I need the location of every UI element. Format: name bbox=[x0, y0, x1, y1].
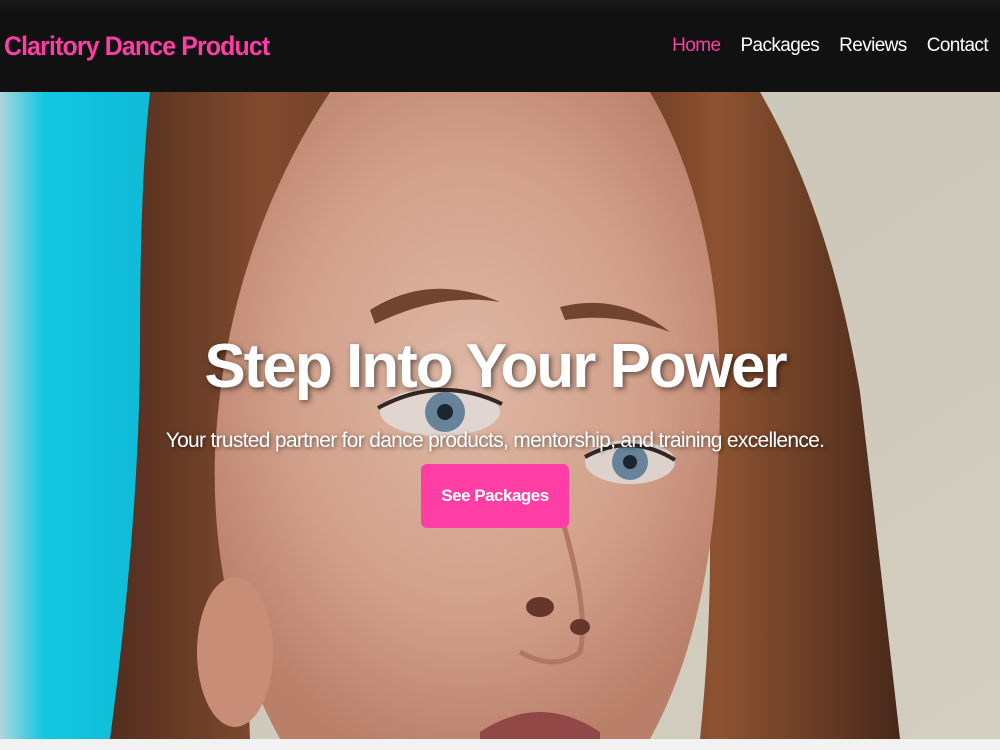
nav-link-packages[interactable]: Packages bbox=[740, 35, 819, 57]
navbar: Claritory Dance Product Home Packages Re… bbox=[0, 0, 1000, 92]
nav-link-home[interactable]: Home bbox=[672, 35, 721, 57]
page-bottom-strip bbox=[0, 739, 1000, 750]
hero-content: Step Into Your Power Your trusted partne… bbox=[0, 330, 990, 528]
see-packages-button[interactable]: See Packages bbox=[421, 464, 569, 528]
brand-logo[interactable]: Claritory Dance Product bbox=[4, 31, 270, 62]
nav-link-contact[interactable]: Contact bbox=[927, 35, 989, 57]
nav-links: Home Packages Reviews Contact bbox=[652, 35, 988, 57]
nav-link-reviews[interactable]: Reviews bbox=[839, 35, 907, 57]
hero-section: Step Into Your Power Your trusted partne… bbox=[0, 92, 1000, 739]
hero-subtitle: Your trusted partner for dance products,… bbox=[165, 429, 825, 452]
hero-title: Step Into Your Power bbox=[204, 332, 787, 401]
